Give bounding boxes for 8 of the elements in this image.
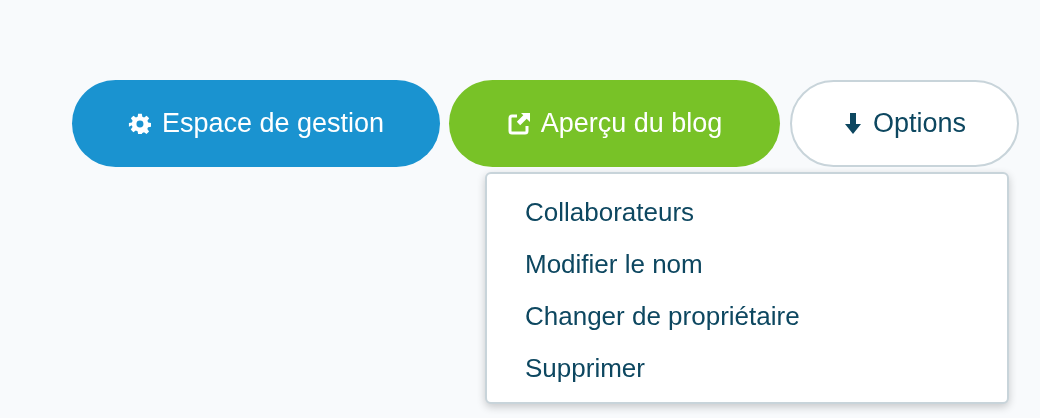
menu-item[interactable]: Supprimer bbox=[525, 342, 645, 394]
menu-item[interactable]: Collaborateurs bbox=[525, 186, 695, 238]
download-arrow-icon bbox=[842, 111, 863, 136]
external-link-icon bbox=[506, 111, 531, 136]
settings-icon bbox=[127, 111, 152, 136]
options-button[interactable]: Options bbox=[790, 80, 1019, 167]
menu-item[interactable]: Modifier le nom bbox=[525, 238, 703, 290]
menu-item[interactable]: Changer de propriétaire bbox=[525, 290, 800, 342]
